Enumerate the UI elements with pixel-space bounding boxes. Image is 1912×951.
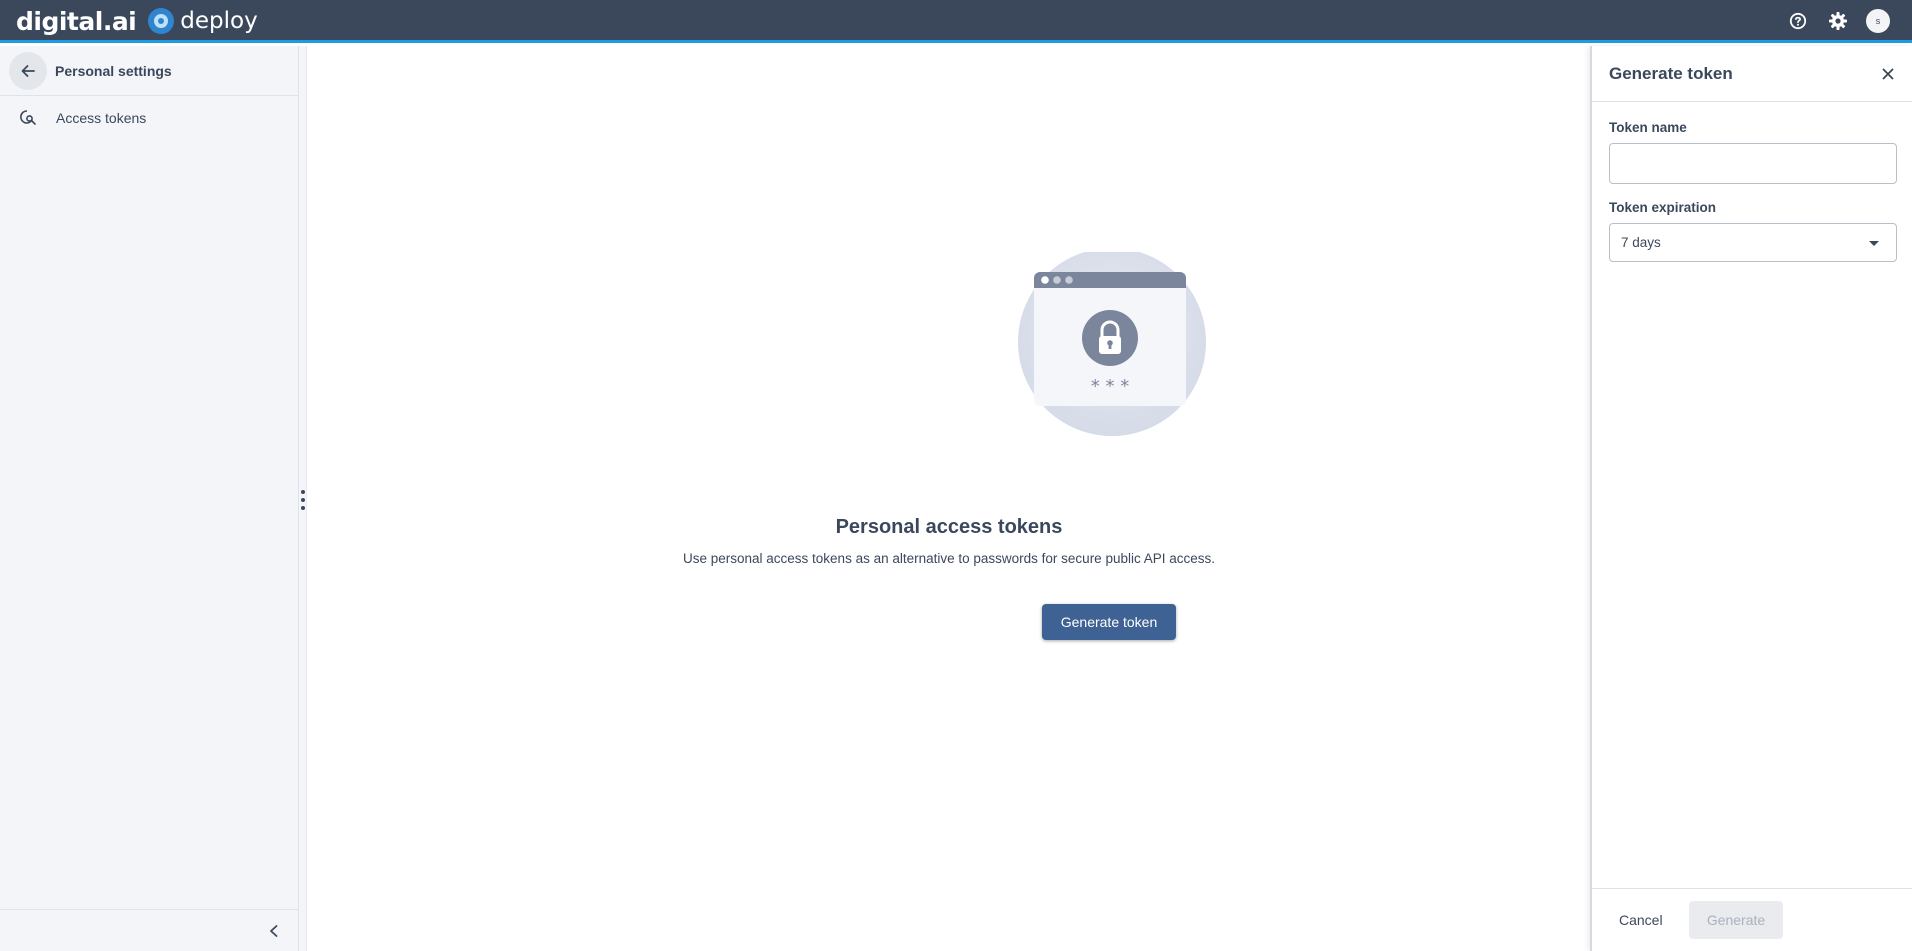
caret-down-icon: [1869, 241, 1879, 246]
close-icon: [1882, 68, 1894, 80]
password-mask-text: * * *: [1091, 376, 1129, 397]
arrow-left-icon: [21, 64, 35, 77]
sidebar-title: Personal settings: [55, 62, 172, 79]
generate-button[interactable]: Generate: [1689, 901, 1783, 939]
gear-icon[interactable]: [1826, 9, 1850, 33]
product-name: deploy: [180, 8, 258, 34]
brand-name: digital.ai: [16, 6, 137, 36]
brand[interactable]: digital.ai deploy: [16, 6, 258, 36]
close-drawer-button[interactable]: [1878, 64, 1898, 84]
generate-token-drawer: Generate token Token name Token expirati…: [1590, 46, 1912, 951]
drawer-title: Generate token: [1609, 64, 1733, 83]
empty-state-title: Personal access tokens: [835, 516, 1063, 538]
main-content: * * * Personal access tokens Use persona…: [308, 46, 1590, 951]
token-expiration-label: Token expiration: [1609, 200, 1717, 215]
sidebar-item-access-tokens[interactable]: Access tokens: [0, 96, 298, 140]
sidebar: Personal settings Access tokens: [0, 46, 299, 951]
token-name-label: Token name: [1609, 120, 1687, 135]
sidebar-header: Personal settings: [0, 46, 298, 96]
drawer-footer: Cancel Generate: [1592, 888, 1912, 951]
top-header: digital.ai deploy s: [0, 0, 1912, 43]
sidebar-footer: [0, 909, 298, 951]
token-expiration-value: 7 days: [1621, 235, 1661, 250]
cancel-button[interactable]: Cancel: [1609, 901, 1673, 939]
back-button[interactable]: [9, 51, 47, 90]
generate-token-button[interactable]: Generate token: [1042, 604, 1176, 640]
sidebar-item-label: Access tokens: [56, 110, 147, 126]
drag-handle-icon[interactable]: [300, 490, 306, 510]
empty-state-description: Use personal access tokens as an alterna…: [682, 551, 1216, 566]
key-search-icon: [16, 106, 40, 130]
drawer-header: Generate token: [1592, 46, 1912, 102]
help-icon[interactable]: [1786, 9, 1810, 33]
token-expiration-select[interactable]: 7 days: [1609, 223, 1897, 262]
deploy-logo-icon: [148, 8, 175, 34]
header-actions: s: [1786, 9, 1890, 33]
token-name-input[interactable]: [1609, 143, 1897, 184]
chevron-left-icon: [270, 925, 278, 937]
lock-illustration-icon: * * *: [1018, 252, 1206, 436]
collapse-sidebar-button[interactable]: [262, 919, 286, 943]
avatar[interactable]: s: [1866, 9, 1890, 33]
